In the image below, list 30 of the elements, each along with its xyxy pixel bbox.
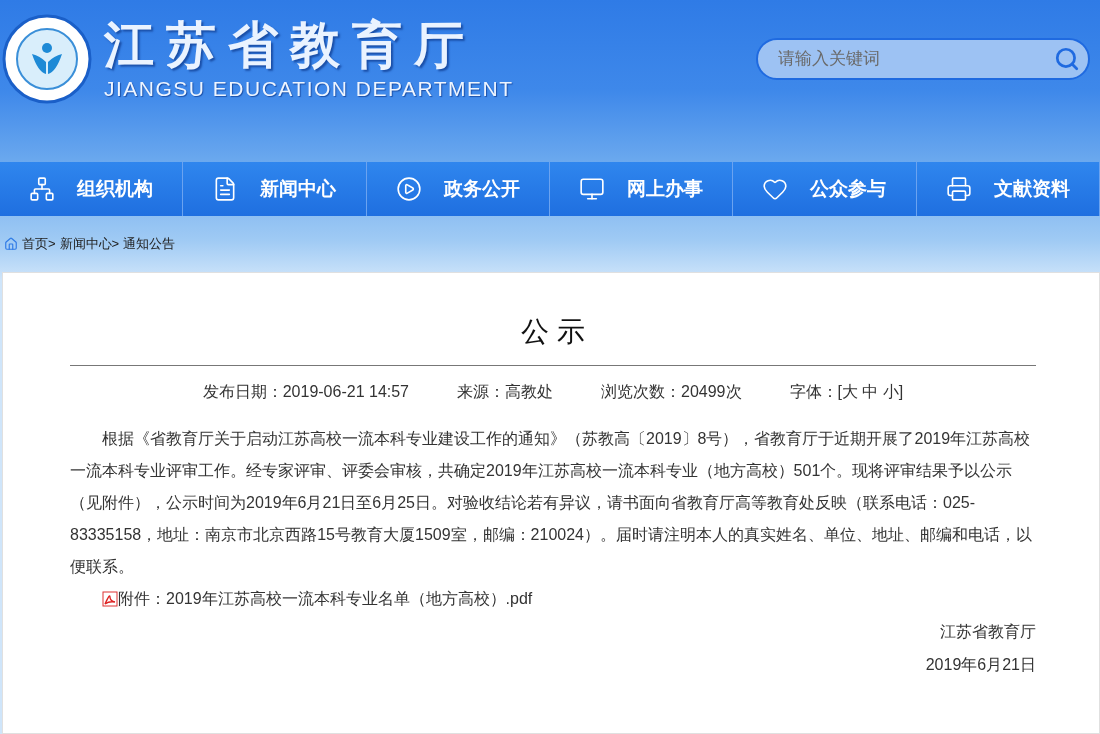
article-meta: 字体：[大 中 小]	[789, 382, 904, 402]
article-title: 公 示	[70, 313, 1036, 366]
nav-item[interactable]: 组织机构	[0, 162, 184, 216]
home-icon	[4, 237, 18, 251]
printer-icon	[945, 176, 972, 202]
logo-emblem-icon	[2, 14, 92, 104]
article-meta: 来源：高教处	[457, 382, 553, 402]
monitor-icon	[579, 176, 606, 202]
nav-item[interactable]: 政务公开	[366, 162, 550, 216]
breadcrumb-link[interactable]: 新闻中心>	[59, 235, 120, 253]
nav-item[interactable]: 网上办事	[550, 162, 734, 216]
nav-item[interactable]: 公众参与	[733, 162, 917, 216]
article-meta: 浏览次数：20499次	[601, 382, 742, 402]
attachment-link[interactable]: 附件：2019年江苏高校一流本科专业名单（地方高校）.pdf	[70, 583, 1036, 615]
signature-line: 江苏省教育厅	[939, 622, 1036, 642]
breadcrumb-link[interactable]: 首页>	[22, 235, 56, 253]
heart-icon	[762, 176, 789, 202]
signature-line: 2019年6月21日	[924, 655, 1036, 675]
article-meta: 发布日期：2019-06-21 14:57	[202, 382, 409, 402]
search-field[interactable]: 请输入关键词	[756, 38, 1090, 80]
logo-title: 江苏省教育厅	[104, 17, 477, 73]
nav-item[interactable]: 文献资料	[916, 162, 1100, 216]
breadcrumb-link[interactable]: 通知公告	[123, 235, 176, 253]
org-chart-icon	[29, 176, 56, 202]
logo-subtitle: JIANGSU EDUCATION DEPARTMENT	[104, 77, 514, 101]
nav-item[interactable]: 新闻中心	[183, 162, 367, 216]
search-icon[interactable]	[1054, 46, 1080, 72]
play-icon	[395, 176, 422, 202]
article-body: 根据《省教育厅关于启动江苏高校一流本科专业建设工作的通知》（苏教高〔2019〕8号），省教育厅于近期开展了2019年江苏高校一流本科专业评审工作。经专家评审、评委会审核，共确定2019年江苏高校一流本科专业（地方高校）501个。现将评审结果予以公示（见附件），公示时间为2019年6月21日至6月25日。对验收结论若有异议，请书面向省教育厅高等教育处反映（联系电话：025-83335158，地址：南京市北京西路15号教育大厦1509室，邮编：210024）。届时请注明本人的真实姓名、单位、地址、邮编和电话，以便联系。	[70, 429, 1033, 577]
pdf-icon	[102, 591, 118, 607]
